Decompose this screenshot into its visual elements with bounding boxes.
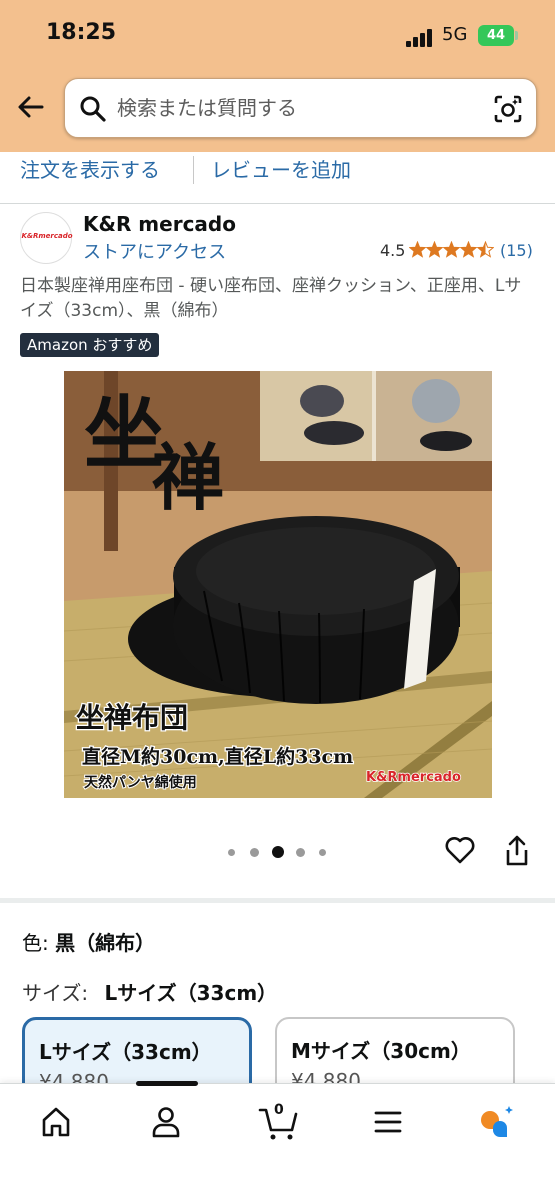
home-icon[interactable] — [36, 1102, 76, 1142]
status-time: 18:25 — [46, 20, 117, 45]
size-label: サイズ: — [22, 981, 89, 1005]
camera-search-icon[interactable] — [492, 93, 524, 125]
size-value: Lサイズ（33cm） — [104, 981, 278, 1005]
search-input[interactable] — [117, 89, 477, 127]
image-brand: K&Rmercado — [366, 770, 461, 785]
search-bar[interactable] — [64, 78, 537, 138]
image-headline: 坐禅布団 — [76, 701, 188, 734]
image-dimensions: 直径M約30cm,直径L約33cm — [82, 745, 353, 768]
size-option-label: Lサイズ（33cm） — [39, 1040, 212, 1064]
product-title: 日本製座禅用座布団 - 硬い座布団、座禅クッション、正座用、Lサイズ（33cm）… — [20, 276, 522, 321]
add-review-link[interactable]: レビューを追加 — [211, 154, 351, 183]
image-material: 天然パンヤ綿使用 — [84, 774, 197, 791]
section-divider — [0, 898, 555, 903]
size-selection: サイズ: Lサイズ（33cm） — [22, 977, 277, 1006]
account-icon[interactable] — [146, 1102, 186, 1142]
rufus-assistant-icon[interactable] — [476, 1102, 516, 1142]
carousel-dot[interactable] — [319, 849, 326, 856]
bottom-nav: 0 — [0, 1081, 555, 1200]
calligraphy-text-2: 禅 — [152, 435, 224, 520]
share-icon[interactable] — [503, 834, 531, 868]
rating-value: 4.5 — [380, 241, 406, 260]
view-orders-link[interactable]: 注文を表示する — [20, 154, 160, 183]
battery-icon: 44 — [478, 25, 514, 46]
zafu-cushion-illustration: 坐 禅 坐禅布団 直径M約30cm,直径L約33cm 天然パンヤ綿使用 K&Rm… — [64, 371, 492, 798]
heart-icon[interactable] — [444, 834, 476, 866]
review-count-link[interactable]: (15) — [500, 241, 533, 260]
carousel-dot[interactable] — [228, 849, 235, 856]
color-value: 黒（綿布） — [55, 931, 156, 955]
carousel-dot-active[interactable] — [272, 846, 284, 858]
visit-store-link[interactable]: ストアにアクセス — [83, 238, 226, 264]
star-rating-icon[interactable] — [409, 241, 494, 259]
header: 18:25 5G 44 — [0, 0, 555, 152]
product-image[interactable]: 坐 禅 坐禅布団 直径M約30cm,直径L約33cm 天然パンヤ綿使用 K&Rm… — [64, 371, 492, 798]
action-divider — [193, 156, 194, 184]
status-bar: 18:25 5G 44 — [0, 0, 555, 70]
seller-logo-text: K&Rmercado — [21, 232, 73, 240]
cart-count: 0 — [274, 1102, 284, 1118]
carousel-dot[interactable] — [250, 848, 259, 857]
cart-button[interactable]: 0 — [258, 1102, 302, 1142]
back-arrow-icon[interactable] — [16, 92, 46, 122]
color-selection: 色: 黒（綿布） — [22, 927, 155, 956]
menu-icon[interactable] — [368, 1102, 408, 1142]
order-actions: 注文を表示する レビューを追加 — [0, 152, 555, 204]
search-icon — [80, 96, 106, 122]
signal-icon — [406, 27, 436, 47]
seller-logo[interactable]: K&Rmercado — [20, 212, 73, 264]
color-label: 色: — [22, 931, 49, 955]
image-carousel-dots[interactable] — [226, 845, 336, 859]
network-type: 5G — [442, 24, 468, 45]
size-option-label: Mサイズ（30cm） — [291, 1039, 471, 1063]
battery-tip — [515, 31, 518, 40]
app-screen: 18:25 5G 44 検索または質問する 注文を表示する レビューを追加 K&… — [0, 0, 555, 1200]
seller-name[interactable]: K&R mercado — [83, 212, 236, 236]
active-tab-indicator — [136, 1081, 198, 1086]
carousel-dot[interactable] — [296, 848, 305, 857]
amazon-choice-badge: Amazon おすすめ — [20, 333, 160, 357]
